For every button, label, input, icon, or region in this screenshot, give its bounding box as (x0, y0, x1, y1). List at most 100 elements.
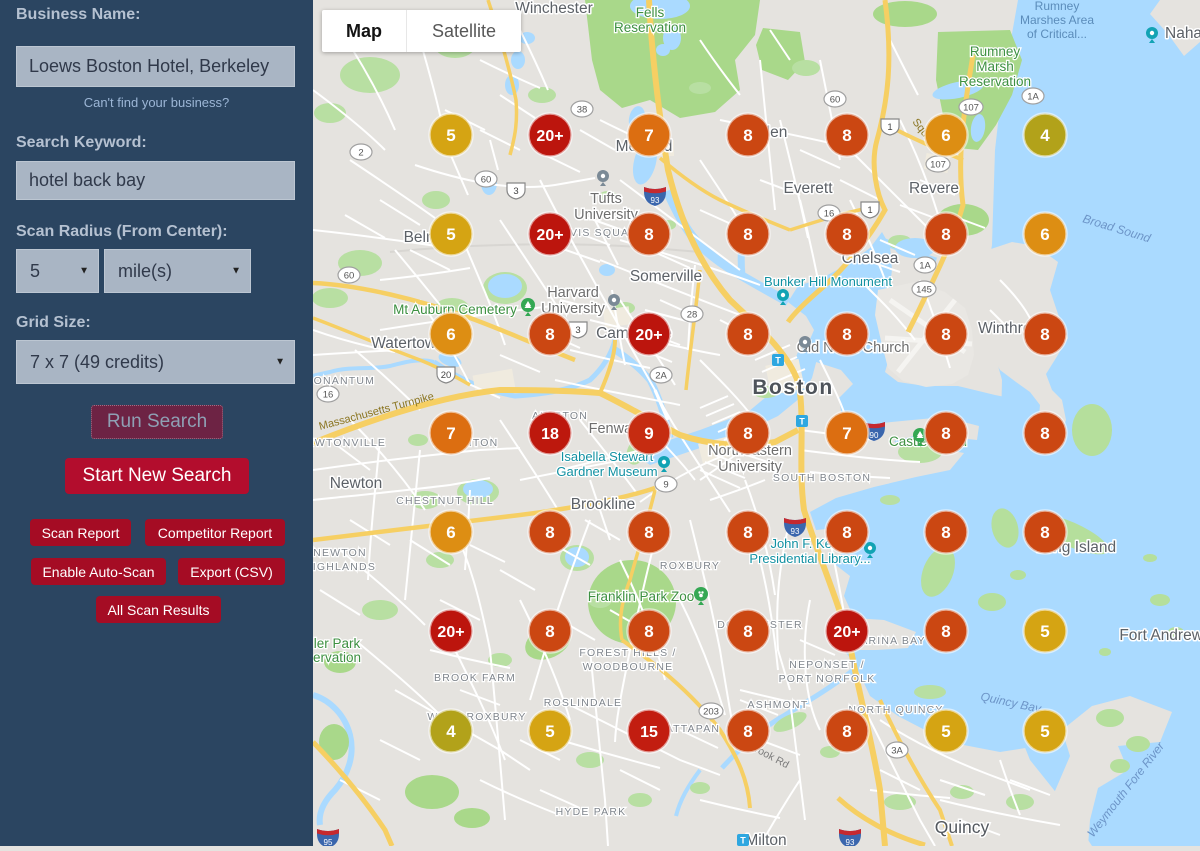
svg-text:University: University (574, 207, 638, 223)
svg-text:8: 8 (842, 523, 851, 542)
svg-text:ROSLINDALE: ROSLINDALE (544, 697, 623, 709)
svg-text:8: 8 (743, 325, 752, 344)
svg-text:Winchester: Winchester (515, 0, 593, 17)
svg-text:of Critical...: of Critical... (1027, 27, 1087, 41)
svg-text:3: 3 (513, 186, 518, 197)
svg-text:8: 8 (545, 523, 554, 542)
svg-text:8: 8 (1040, 424, 1049, 443)
svg-text:5: 5 (941, 722, 950, 741)
svg-text:8: 8 (842, 225, 851, 244)
svg-text:Quincy: Quincy (935, 817, 990, 837)
svg-text:8: 8 (941, 622, 950, 641)
svg-text:ROXBURY: ROXBURY (660, 560, 720, 572)
svg-text:7: 7 (644, 126, 653, 145)
svg-text:Reservation: Reservation (959, 74, 1031, 89)
svg-text:NONANTUM: NONANTUM (313, 375, 375, 387)
svg-text:Reservation: Reservation (614, 20, 686, 35)
svg-text:7: 7 (842, 424, 851, 443)
svg-text:Harvard: Harvard (547, 285, 599, 301)
svg-text:HIGHLANDS: HIGHLANDS (313, 561, 376, 573)
svg-text:4: 4 (1040, 126, 1050, 145)
svg-text:CHESTNUT HILL: CHESTNUT HILL (396, 495, 494, 507)
svg-text:1A: 1A (919, 261, 931, 272)
svg-text:8: 8 (545, 622, 554, 641)
svg-text:ler Park: ler Park (314, 636, 361, 651)
svg-text:NORTH QUINCY: NORTH QUINCY (848, 704, 943, 716)
svg-text:8: 8 (743, 722, 752, 741)
svg-text:6: 6 (446, 523, 455, 542)
svg-text:15: 15 (640, 724, 658, 741)
svg-text:9: 9 (663, 480, 668, 491)
svg-text:8: 8 (545, 325, 554, 344)
svg-text:8: 8 (743, 523, 752, 542)
svg-text:8: 8 (743, 622, 752, 641)
svg-text:8: 8 (842, 325, 851, 344)
svg-text:NEPONSET /: NEPONSET / (789, 659, 864, 671)
svg-text:8: 8 (644, 523, 653, 542)
svg-text:5: 5 (1040, 722, 1049, 741)
svg-text:8: 8 (644, 622, 653, 641)
svg-text:8: 8 (1040, 523, 1049, 542)
svg-text:Revere: Revere (909, 180, 959, 197)
svg-text:145: 145 (916, 285, 932, 296)
svg-text:90: 90 (870, 431, 879, 440)
svg-text:1: 1 (887, 122, 892, 133)
svg-text:Gardner Museum: Gardner Museum (556, 464, 657, 479)
svg-text:5: 5 (1040, 622, 1049, 641)
svg-text:93: 93 (791, 527, 800, 536)
svg-text:7: 7 (446, 424, 455, 443)
svg-text:NEWTONVILLE: NEWTONVILLE (313, 437, 386, 449)
svg-text:60: 60 (481, 175, 492, 186)
svg-text:2A: 2A (655, 371, 667, 382)
svg-text:Nahant: Nahant (1165, 25, 1200, 42)
svg-text:8: 8 (941, 523, 950, 542)
svg-text:8: 8 (1040, 325, 1049, 344)
svg-text:Rumney: Rumney (1035, 0, 1080, 13)
svg-text:4: 4 (446, 722, 456, 741)
svg-text:8: 8 (743, 424, 752, 443)
svg-text:20+: 20+ (635, 327, 662, 344)
svg-text:Tufts: Tufts (590, 191, 622, 207)
svg-text:T: T (740, 836, 746, 846)
svg-text:Newton: Newton (330, 475, 383, 492)
svg-text:Fort Andrews: Fort Andrews (1119, 627, 1200, 644)
svg-text:8: 8 (743, 225, 752, 244)
svg-text:9: 9 (644, 424, 653, 443)
svg-text:SOUTH BOSTON: SOUTH BOSTON (773, 472, 871, 484)
svg-text:6: 6 (1040, 225, 1049, 244)
svg-text:NEWTON: NEWTON (313, 547, 367, 559)
svg-text:93: 93 (651, 196, 660, 205)
svg-text:Franklin Park Zoo: Franklin Park Zoo (588, 589, 695, 604)
svg-text:107: 107 (930, 160, 946, 171)
svg-text:WOODBOURNE: WOODBOURNE (583, 661, 674, 673)
svg-text:Milton: Milton (745, 832, 786, 846)
svg-text:3: 3 (575, 325, 580, 336)
svg-text:28: 28 (687, 310, 698, 321)
svg-text:203: 203 (703, 707, 719, 718)
svg-text:BROOK FARM: BROOK FARM (434, 672, 516, 684)
svg-text:8: 8 (644, 225, 653, 244)
svg-text:5: 5 (446, 126, 455, 145)
svg-text:8: 8 (941, 424, 950, 443)
svg-text:1: 1 (867, 205, 872, 216)
svg-text:HYDE PARK: HYDE PARK (556, 806, 627, 818)
svg-text:8: 8 (743, 126, 752, 145)
svg-text:20: 20 (441, 370, 452, 381)
svg-text:107: 107 (963, 103, 979, 114)
svg-text:18: 18 (541, 426, 559, 443)
svg-text:20+: 20+ (437, 624, 464, 641)
svg-text:60: 60 (830, 95, 841, 106)
svg-text:60: 60 (344, 271, 355, 282)
svg-text:5: 5 (545, 722, 554, 741)
svg-text:T: T (775, 356, 781, 366)
svg-text:6: 6 (941, 126, 950, 145)
svg-text:8: 8 (941, 225, 950, 244)
svg-text:3A: 3A (891, 746, 903, 757)
svg-text:6: 6 (446, 325, 455, 344)
svg-text:Rumney: Rumney (970, 44, 1021, 59)
svg-text:ASHMONT: ASHMONT (748, 699, 809, 711)
svg-text:Marshes Area: Marshes Area (1020, 13, 1094, 27)
svg-text:Everett: Everett (783, 180, 833, 197)
svg-text:Bunker Hill Monument: Bunker Hill Monument (764, 274, 892, 289)
svg-text:38: 38 (577, 105, 588, 116)
